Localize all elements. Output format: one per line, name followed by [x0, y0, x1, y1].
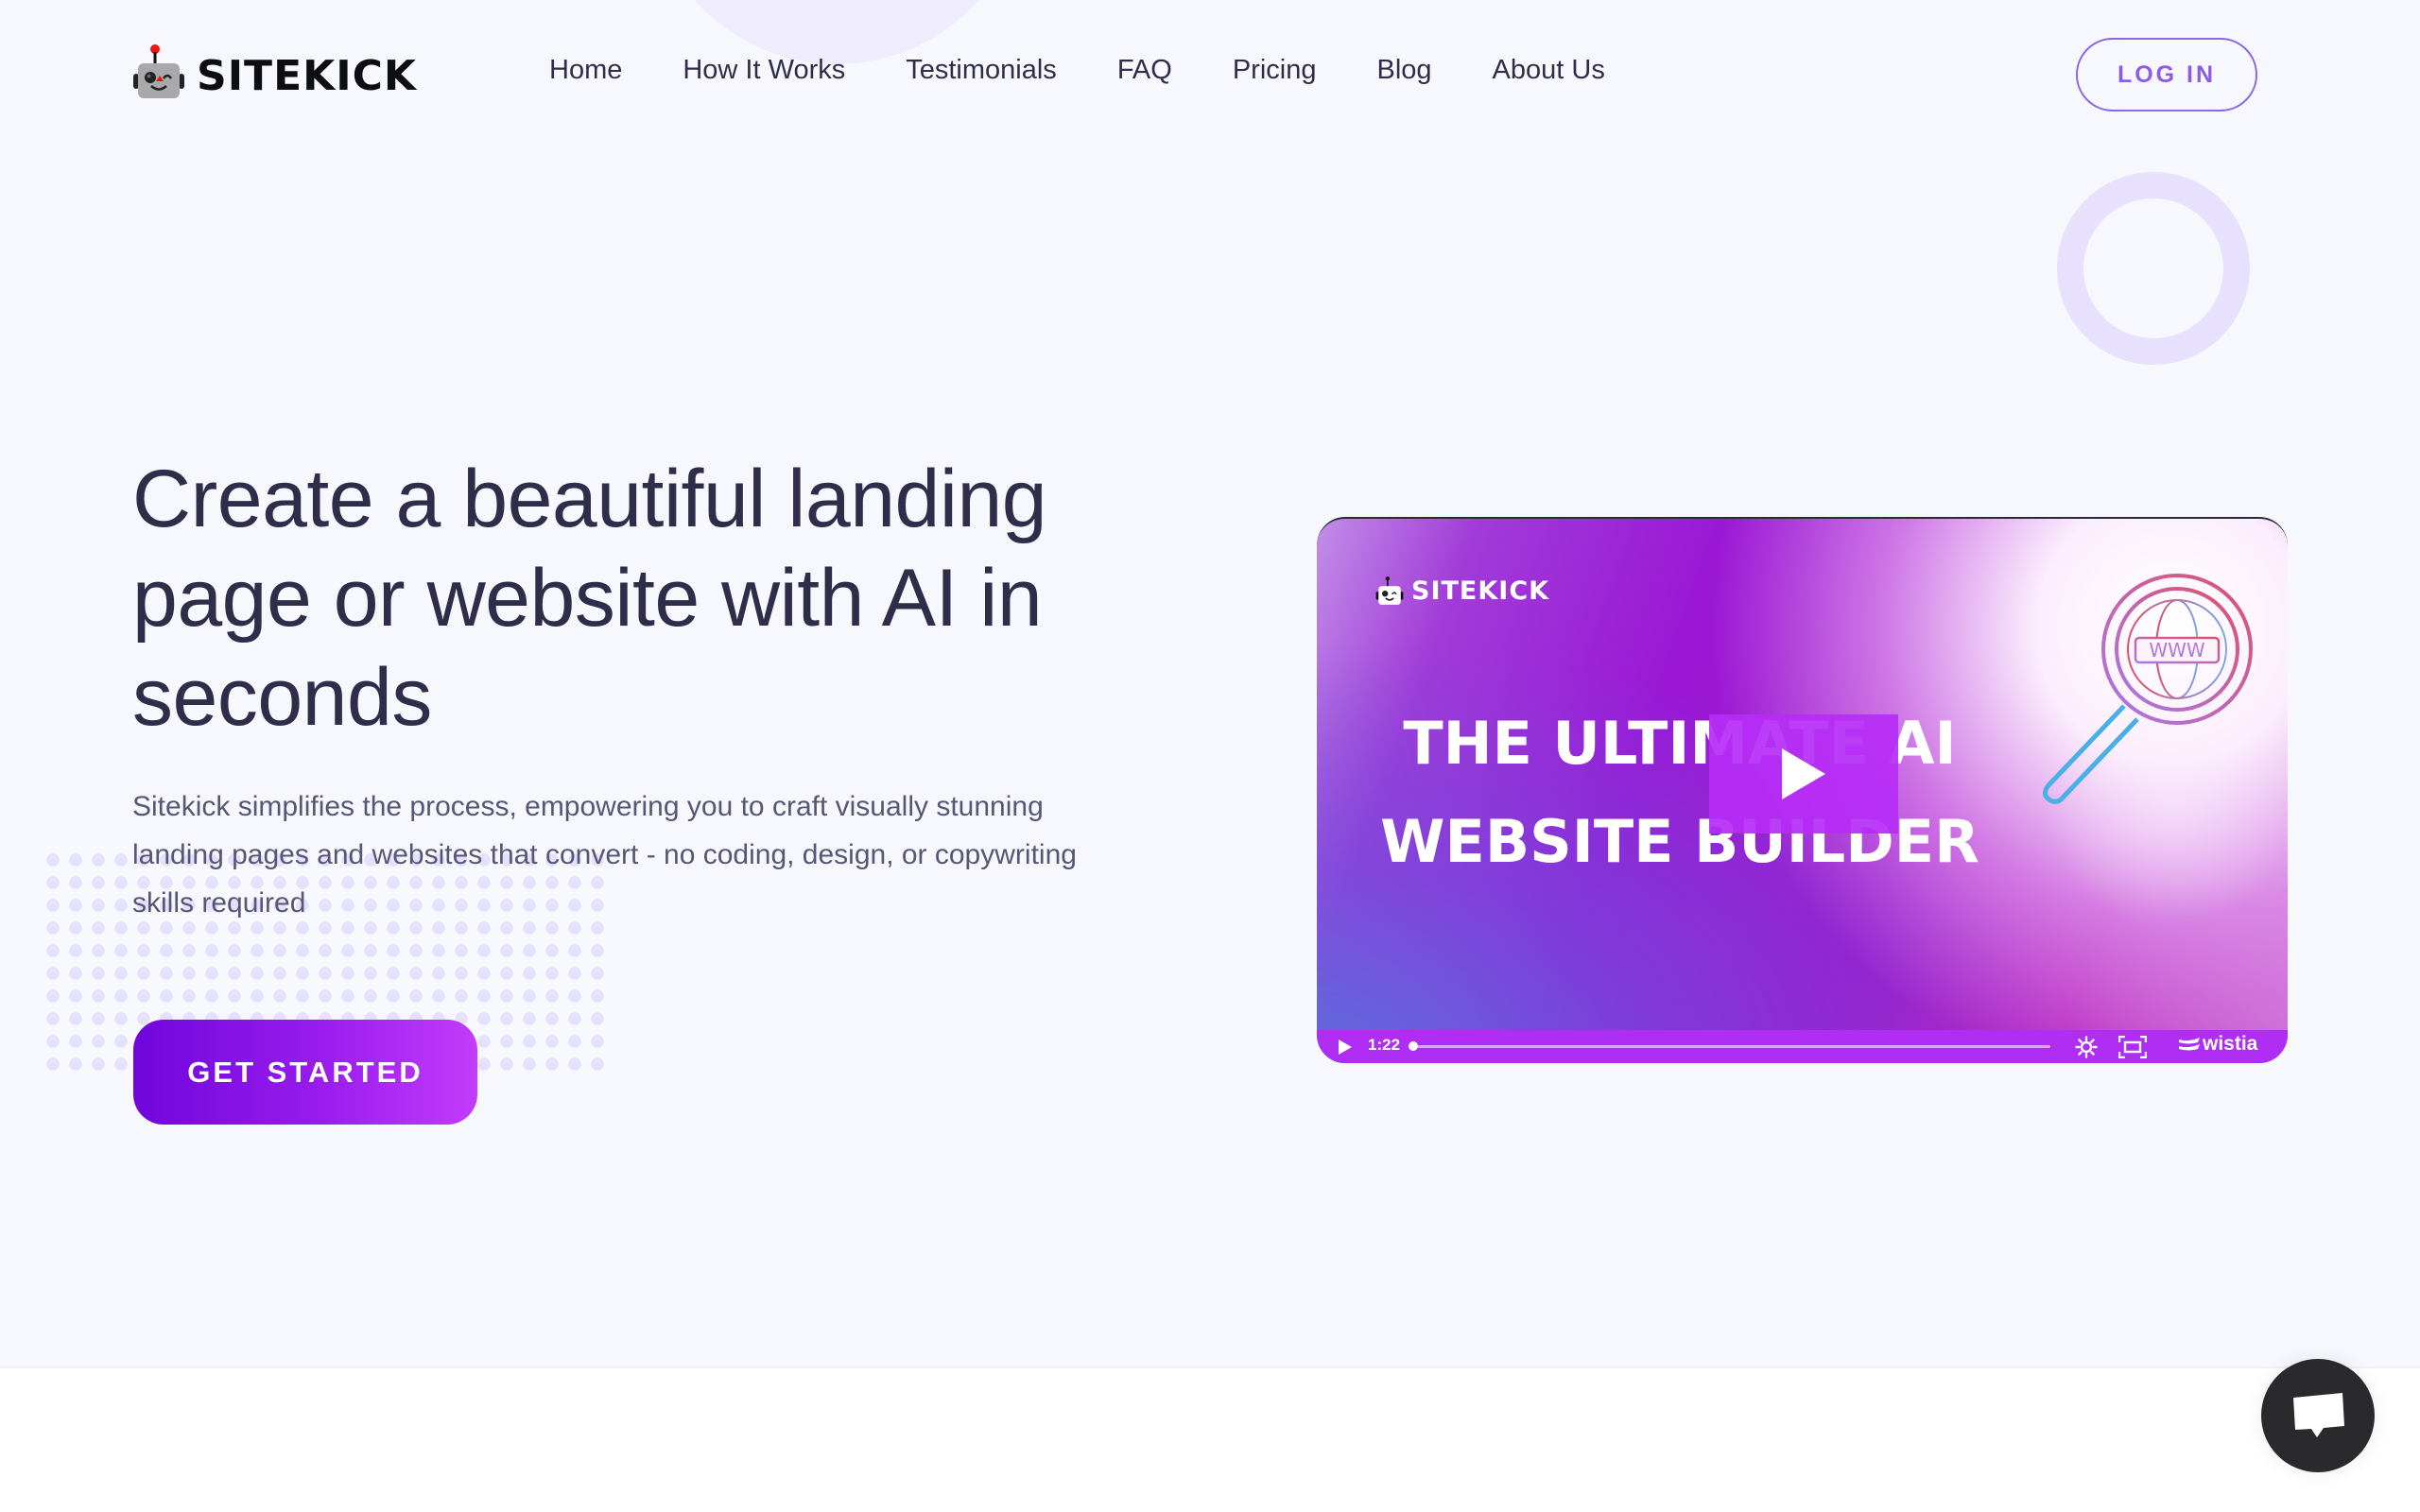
play-button[interactable] [1709, 714, 1898, 833]
fullscreen-icon[interactable] [2118, 1036, 2147, 1058]
play-icon[interactable] [1338, 1039, 1353, 1056]
nav-item-blog[interactable]: Blog [1376, 55, 1431, 86]
chat-button[interactable] [2261, 1359, 2375, 1472]
login-button[interactable]: LOG IN [2076, 38, 2257, 112]
nav-item-pricing[interactable]: Pricing [1233, 55, 1317, 86]
wistia-label: wistia [2203, 1033, 2258, 1055]
video-progress-handle[interactable] [1409, 1041, 1418, 1051]
logo-link[interactable]: SITEKICK [132, 42, 417, 102]
video-progress-track[interactable] [1411, 1045, 2050, 1048]
decorative-ring [2057, 172, 2250, 365]
settings-icon[interactable] [2075, 1036, 2098, 1058]
nav-item-about-us[interactable]: About Us [1493, 55, 1605, 86]
magnifier-www-icon: WWW [2043, 574, 2253, 804]
nav-item-testimonials[interactable]: Testimonials [906, 55, 1057, 86]
hero-headline: Create a beautiful landing page or websi… [132, 454, 1047, 743]
www-label: WWW [2149, 639, 2205, 662]
video-player[interactable]: SITEKICK THE ULTIMATE AI WEBSITE BUILDER [1317, 517, 2288, 1063]
wistia-logo[interactable]: wistia [2179, 1033, 2257, 1056]
wistia-icon [2179, 1038, 2200, 1051]
video-control-bar: 1:22 wistia [1317, 1030, 2288, 1063]
video-duration: 1:22 [1368, 1036, 1401, 1054]
hero-subtext: Sitekick simplifies the process, empower… [132, 791, 1077, 919]
robot-icon [133, 44, 184, 98]
play-icon [1782, 748, 1825, 799]
video-logo: SITEKICK [1375, 576, 1549, 606]
nav-item-faq[interactable]: FAQ [1117, 55, 1172, 86]
hero-section: SITEKICK Home How It Works Testimonials … [0, 0, 2420, 1368]
nav-item-home[interactable]: Home [549, 55, 622, 86]
brand-name: SITEKICK [197, 51, 417, 100]
robot-icon [1375, 576, 1404, 605]
main-nav: Home How It Works Testimonials FAQ Prici… [549, 55, 1605, 86]
get-started-button[interactable]: GET STARTED [133, 1020, 477, 1125]
nav-item-how-it-works[interactable]: How It Works [683, 55, 845, 86]
video-brand-name: SITEKICK [1411, 576, 1550, 606]
chat-bubble-icon [2293, 1393, 2344, 1437]
video-title: THE ULTIMATE AI WEBSITE BUILDER [1380, 709, 1979, 876]
